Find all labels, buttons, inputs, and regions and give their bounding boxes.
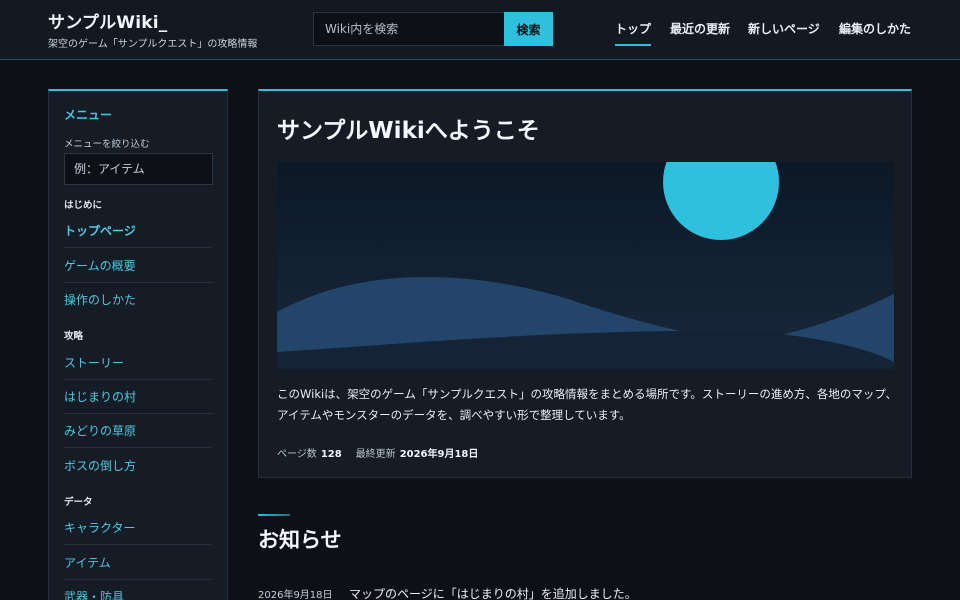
news-heading: お知らせ <box>258 528 342 552</box>
nav-editing-help[interactable]: 編集のしかた <box>839 20 911 37</box>
news-item: 2026年9月18日 マップのページに「はじまりの村」を追加しました。 <box>258 583 637 600</box>
site-stats: ページ数 128 最終更新 2026年9月18日 <box>277 445 492 460</box>
nav-top[interactable]: トップ <box>615 20 652 46</box>
sidebar-item-story[interactable]: ストーリー <box>64 346 213 380</box>
sidebar-title: メニュー <box>64 108 113 122</box>
search-button[interactable]: 検索 <box>504 12 553 46</box>
sidebar-section-intro: はじめに <box>64 200 103 211</box>
search-input[interactable] <box>313 12 504 46</box>
sidebar-menu: メニュー メニューを絞り込む はじめに トップページ ゲームの概要 操作のしかた… <box>48 89 228 600</box>
menu-filter-label: メニューを絞り込む <box>64 139 150 150</box>
last-updated: 2026年9月18日 <box>399 449 479 460</box>
site-title[interactable]: サンプルWiki_ <box>48 8 168 33</box>
sidebar-section-strategy: 攻略 <box>64 331 84 342</box>
sidebar-item-boss-guide[interactable]: ボスの倒し方 <box>64 449 213 483</box>
page-count: 128 <box>320 449 342 460</box>
news-date: 2026年9月18日 <box>258 590 333 600</box>
nav-new-page[interactable]: 新しいページ <box>748 20 820 37</box>
welcome-panel: サンプルWikiへようこそ このWikiは、架空のゲーム「サンプルクエスト」の攻… <box>258 89 912 478</box>
sidebar-item-controls[interactable]: 操作のしかた <box>64 283 213 317</box>
sidebar-item-top-page[interactable]: トップページ <box>64 214 213 248</box>
page-title: サンプルWikiへようこそ <box>277 118 540 144</box>
site-subtitle: 架空のゲーム「サンプルクエスト」の攻略情報 <box>48 39 258 50</box>
news-text[interactable]: マップのページに「はじまりの村」を追加しました。 <box>349 587 637 600</box>
sidebar-item-green-meadow[interactable]: みどりの草原 <box>64 414 213 448</box>
sidebar-item-weapons-armor[interactable]: 武器・防具 <box>64 580 213 600</box>
site-description: このWikiは、架空のゲーム「サンプルクエスト」の攻略情報をまとめる場所です。ス… <box>277 387 897 422</box>
news-accent-bar <box>258 514 290 516</box>
sidebar-item-items[interactable]: アイテム <box>64 546 213 580</box>
sidebar-item-characters[interactable]: キャラクター <box>64 511 213 545</box>
page-count-label: ページ数 <box>277 449 317 460</box>
sidebar-item-starting-village[interactable]: はじまりの村 <box>64 380 213 414</box>
sidebar-section-data: データ <box>64 497 93 508</box>
hero-illustration <box>277 162 894 369</box>
site-header: サンプルWiki_ 架空のゲーム「サンプルクエスト」の攻略情報 検索 トップ 最… <box>0 0 960 60</box>
sidebar-item-game-overview[interactable]: ゲームの概要 <box>64 249 213 283</box>
nav-recent-changes[interactable]: 最近の更新 <box>670 20 730 37</box>
last-updated-label: 最終更新 <box>355 449 396 460</box>
menu-filter-input[interactable] <box>64 153 213 185</box>
